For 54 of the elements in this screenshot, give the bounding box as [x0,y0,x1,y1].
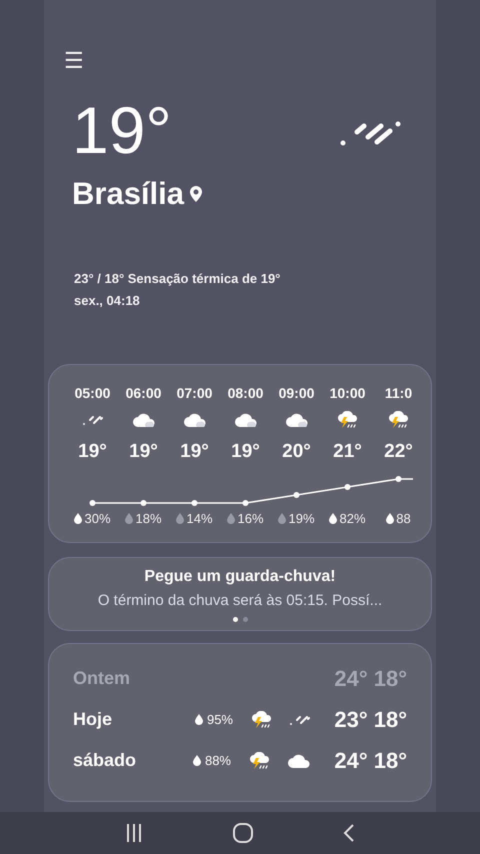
alert-text: O término da chuva será às 05:15. Possí... [96,592,384,609]
alert-title: Pegue um guarda-chuva! [143,568,337,586]
menu-icon[interactable]: ☰ [64,48,84,73]
precipitation-chance: 82% [339,511,366,526]
hour-time: 06:00 [126,385,162,401]
current-temperature: 19° [72,94,173,166]
hour-time: 07:00 [176,385,212,401]
cloud-icon [287,752,311,768]
day-label: Ontem [73,668,132,689]
hour-temperature: 19° [129,441,158,463]
hour-temperature: 19° [78,441,107,463]
high-low-temperature: 24° 18° [333,666,407,692]
umbrella-alert-card[interactable]: Pegue um guarda-chuva! O término da chuva será às 05:15. Possí... [48,557,432,631]
rain-icon [82,414,104,426]
hour-time: 05:00 [74,385,110,401]
hour-temperature: 21° [333,441,362,463]
temperature-summary: 23° / 18° Sensação térmica de 19° [73,270,282,288]
cloud-icon [182,412,206,428]
home-icon[interactable] [232,822,254,844]
back-icon[interactable] [342,823,356,843]
day-label: sábado [73,750,138,771]
precipitation-chance: 18% [135,511,162,526]
precipitation-chance: 16% [237,511,264,526]
hour-time: 10:00 [330,385,366,401]
hour-time: 09:00 [278,385,314,401]
cloud-icon [234,412,258,428]
precipitation-chance: 88% [204,753,231,768]
thunderstorm-icon [336,411,358,429]
hour-temperature: 20° [282,441,311,463]
city-name: Brasília [72,176,184,212]
hour-time: 11:0 [384,385,412,401]
precipitation-chance: 30% [84,511,111,526]
raindrop-icon [194,714,203,725]
cloud-icon [132,412,156,428]
thunderstorm-icon [249,752,271,770]
precipitation-chance: 19% [288,511,315,526]
recent-apps-icon[interactable] [124,823,144,843]
hour-temperature: 22° [384,441,413,463]
hour-temperature: 19° [180,441,209,463]
hour-temperature: 19° [231,441,260,463]
day-label: Hoje [73,709,114,730]
hour-time: 08:00 [228,385,264,401]
precipitation-chance: 14% [186,511,213,526]
cloud-icon [284,412,308,428]
update-time: sex., 04:18 [73,292,141,310]
raindrop-icon [192,755,201,766]
thunderstorm-icon [251,710,273,728]
high-low-temperature: 24° 18° [333,748,407,774]
precipitation-chance: 95% [206,712,233,727]
rain-icon [289,714,311,726]
high-low-temperature: 23° 18° [333,706,407,732]
thunderstorm-icon [388,411,410,429]
location-pin-icon [190,186,202,202]
precipitation-chance: 88 [396,511,411,526]
